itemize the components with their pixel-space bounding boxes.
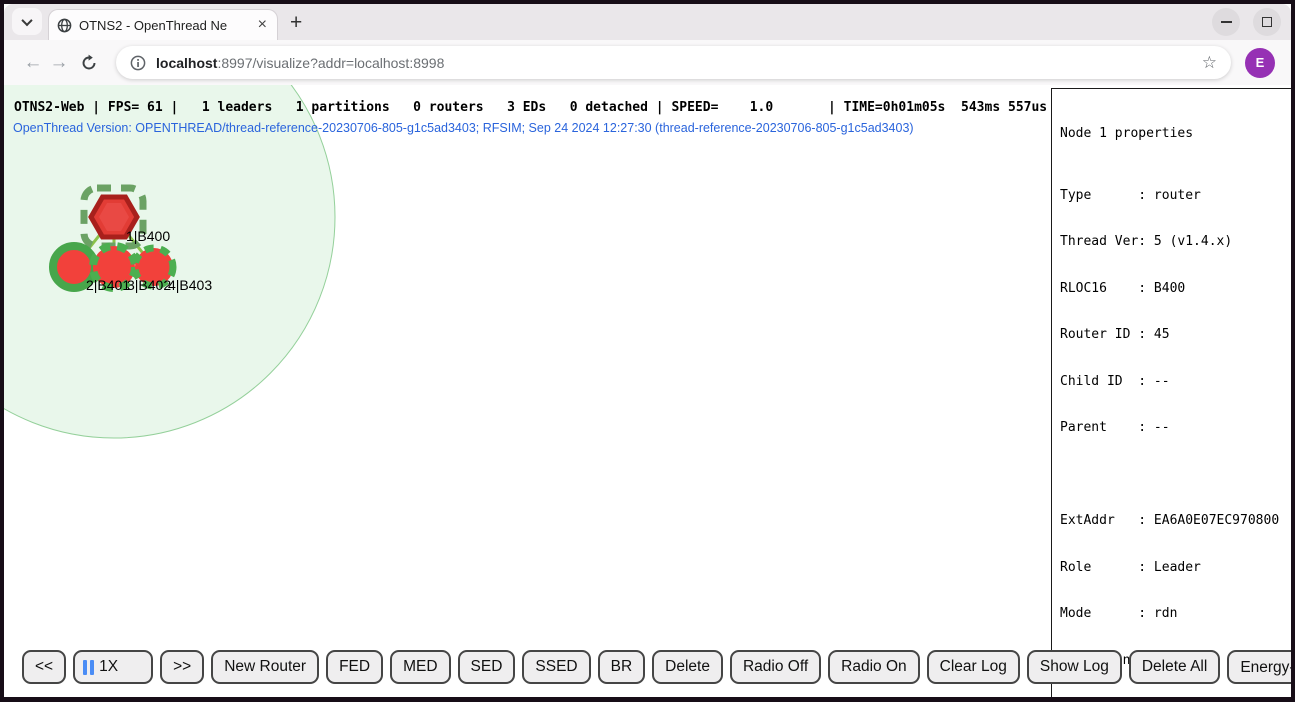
version-link[interactable]: OpenThread Version: OPENTHREAD/thread-re… bbox=[13, 121, 914, 135]
maximize-icon bbox=[1262, 17, 1272, 27]
browser-tab[interactable]: OTNS2 - OpenThread Ne × bbox=[48, 9, 278, 40]
delete-all-button[interactable]: Delete All bbox=[1129, 650, 1220, 684]
bookmark-star-icon[interactable]: ☆ bbox=[1202, 53, 1217, 73]
tab-search-button[interactable] bbox=[12, 8, 42, 35]
panel-line: Parent : -- bbox=[1060, 420, 1283, 436]
fed-button[interactable]: FED bbox=[326, 650, 383, 684]
url-bar[interactable]: localhost:8997/visualize?addr=localhost:… bbox=[116, 46, 1231, 79]
new-tab-button[interactable]: + bbox=[290, 12, 302, 33]
br-button[interactable]: BR bbox=[598, 650, 646, 684]
maximize-button[interactable] bbox=[1253, 8, 1281, 36]
panel-line: Thread Ver: 5 (v1.4.x) bbox=[1060, 234, 1283, 250]
panel-title: Node 1 properties bbox=[1060, 126, 1283, 142]
speed-button[interactable]: 1X bbox=[73, 650, 153, 684]
sed-button[interactable]: SED bbox=[458, 650, 516, 684]
reload-icon bbox=[80, 54, 98, 72]
step-back-button[interactable]: << bbox=[22, 650, 66, 684]
url-text: localhost:8997/visualize?addr=localhost:… bbox=[156, 55, 1192, 71]
url-host: localhost bbox=[156, 55, 217, 71]
node-label-3: 3|B402 bbox=[127, 277, 171, 293]
globe-icon bbox=[57, 18, 72, 33]
radio-on-button[interactable]: Radio On bbox=[828, 650, 919, 684]
action-toolbar: << 1X >> New Router FED MED SED SSED BR … bbox=[22, 650, 1291, 684]
browser-titlebar: OTNS2 - OpenThread Ne × + bbox=[4, 4, 1291, 40]
info-icon bbox=[130, 55, 146, 71]
node-label-1: 1|B400 bbox=[126, 228, 170, 244]
ssed-button[interactable]: SSED bbox=[522, 650, 590, 684]
browser-navbar: ← → localhost:8997/visualize?addr=localh… bbox=[4, 40, 1291, 85]
tab-title: OTNS2 - OpenThread Ne bbox=[79, 18, 249, 33]
panel-line: ExtAddr : EA6A0E07EC970800 bbox=[1060, 513, 1283, 529]
profile-avatar[interactable]: E bbox=[1245, 48, 1275, 78]
close-tab-icon[interactable]: × bbox=[256, 17, 269, 33]
radio-off-button[interactable]: Radio Off bbox=[730, 650, 821, 684]
show-log-button[interactable]: Show Log bbox=[1027, 650, 1122, 684]
node-label-2: 2|B401 bbox=[86, 277, 130, 293]
forward-button[interactable]: → bbox=[46, 52, 72, 74]
browser-window: OTNS2 - OpenThread Ne × + ← → bbox=[4, 4, 1291, 697]
panel-line: Mode : rdn bbox=[1060, 606, 1283, 622]
page-content: OTNS2-Web | FPS= 61 | 1 leaders 1 partit… bbox=[4, 85, 1291, 697]
url-path: :8997/visualize?addr=localhost:8998 bbox=[217, 55, 444, 71]
node-properties-panel: Node 1 properties Type : router Thread V… bbox=[1051, 88, 1291, 697]
status-bar: OTNS2-Web | FPS= 61 | 1 leaders 1 partit… bbox=[14, 100, 1047, 116]
clear-log-button[interactable]: Clear Log bbox=[927, 650, 1020, 684]
speed-label: 1X bbox=[99, 658, 118, 676]
energy-stats-button[interactable]: Energy-stats ↗ bbox=[1227, 650, 1291, 684]
back-button[interactable]: ← bbox=[20, 52, 46, 74]
chevron-down-icon bbox=[21, 14, 32, 25]
med-button[interactable]: MED bbox=[390, 650, 450, 684]
panel-line: Role : Leader bbox=[1060, 560, 1283, 576]
reload-button[interactable] bbox=[80, 54, 98, 72]
step-forward-button[interactable]: >> bbox=[160, 650, 204, 684]
new-router-button[interactable]: New Router bbox=[211, 650, 319, 684]
panel-line: Router ID : 45 bbox=[1060, 327, 1283, 343]
pause-icon bbox=[83, 660, 94, 675]
network-canvas[interactable] bbox=[4, 85, 464, 455]
panel-line: Child ID : -- bbox=[1060, 374, 1283, 390]
node-label-4: 4|B403 bbox=[168, 277, 212, 293]
panel-line: Type : router bbox=[1060, 188, 1283, 204]
minimize-button[interactable] bbox=[1212, 8, 1240, 36]
window-controls bbox=[1212, 8, 1281, 36]
panel-line: RLOC16 : B400 bbox=[1060, 281, 1283, 297]
panel-line bbox=[1060, 467, 1283, 483]
minimize-icon bbox=[1221, 21, 1232, 23]
delete-button[interactable]: Delete bbox=[652, 650, 723, 684]
